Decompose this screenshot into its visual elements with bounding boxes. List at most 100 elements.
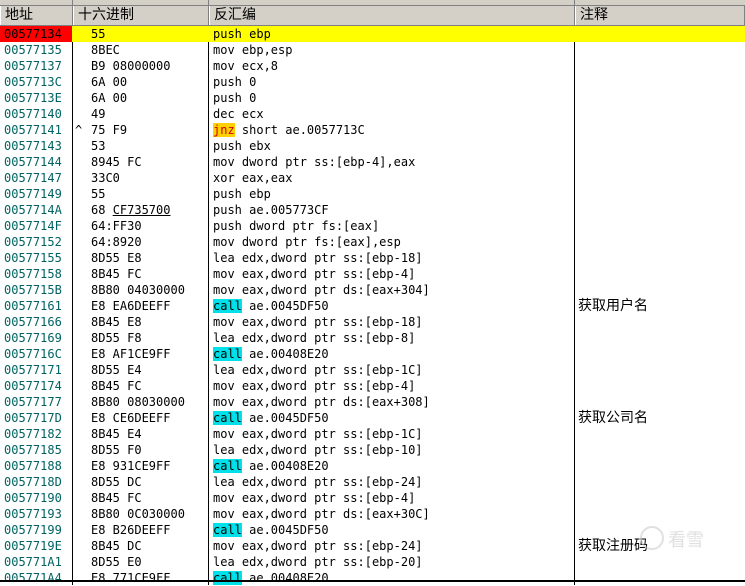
table-row[interactable]: 00577185 8D55 F0 lea edx,dword ptr ss:[ebp… [0,442,745,458]
col-hex-header[interactable]: 十六进制 [73,6,209,25]
row-disasm: mov ebp,esp [213,42,292,58]
table-row[interactable]: 0057716C E8 AF1CE9FF call ae.00408E20 [0,346,745,362]
row-comment: 获取公司名 [578,410,648,426]
hex-bytes: 8B45 FC [91,267,142,281]
table-row[interactable]: 0057714A 68 CF735700 push ae.005773CF [0,202,745,218]
row-address: 0057713C [4,75,62,89]
row-disasm: lea edx,dword ptr ss:[ebp-24] [213,474,423,490]
row-disasm: mov eax,dword ptr ss:[ebp-1C] [213,426,423,442]
col-comment-header[interactable]: 注释 [575,6,745,25]
bottom-border [0,580,745,582]
table-row[interactable]: 00577190 8B45 FC mov eax,dword ptr ss:[ebp… [0,490,745,506]
table-row[interactable]: 0057713C 6A 00 push 0 [0,74,745,90]
hex-bytes: 68 [91,203,113,217]
table-row[interactable]: 0057718D 8D55 DC lea edx,dword ptr ss:[ebp… [0,474,745,490]
disasm-text: push ae.005773CF [213,203,329,217]
row-hex: 64:8920 [91,234,142,250]
row-hex: 8D55 DC [91,474,142,490]
row-hex: 8D55 F8 [91,330,142,346]
table-row[interactable]: 005771A1 8D55 E0 lea edx,dword ptr ss:[ebp… [0,554,745,570]
col-disasm-header[interactable]: 反汇编 [209,6,575,25]
disasm-text: lea edx,dword ptr ss:[ebp-8] [213,331,416,345]
row-hex: 68 CF735700 [91,202,170,218]
table-row[interactable]: 00577137 B9 08000000 mov ecx,8 [0,58,745,74]
disassembly-listing[interactable]: 00577134 55 push ebp 00577135 8BEC mov ebp,es… [0,26,745,586]
watermark-text: 看雪 [668,530,704,551]
row-disasm: lea edx,dword ptr ss:[ebp-8] [213,330,415,346]
row-disasm: dec ecx [213,106,264,122]
table-row[interactable]: 00577158 8B45 FC mov eax,dword ptr ss:[ebp… [0,266,745,282]
disasm-text: mov eax,dword ptr ss:[ebp-18] [213,315,423,329]
table-row[interactable]: 0057719E 8B45 DC mov eax,dword ptr ss:[ebp… [0,538,745,554]
table-row[interactable]: 00577182 8B45 E4 mov eax,dword ptr ss:[ebp… [0,426,745,442]
row-disasm: lea edx,dword ptr ss:[ebp-18] [213,250,423,266]
table-row[interactable]: 00577143 53 push ebx [0,138,745,154]
row-address: 0057719E [4,539,62,553]
hex-bytes: 8945 FC [91,155,142,169]
hex-bytes: 8D55 F8 [91,331,142,345]
table-row[interactable]: 00577134 55 push ebp [0,26,745,42]
table-row[interactable]: 00577188 E8 931CE9FF call ae.00408E20 [0,458,745,474]
row-hex: 8D55 E4 [91,362,142,378]
table-row[interactable]: 00577144 8945 FC mov dword ptr ss:[ebp-4],… [0,154,745,170]
row-disasm: call ae.0045DF50 [213,298,329,314]
row-address: 00577155 [4,251,62,265]
col-address-header[interactable]: 地址 [0,6,73,25]
table-row[interactable]: 00577177 8B80 08030000 mov eax,dword ptr d… [0,394,745,410]
table-row[interactable]: 0057714F 64:FF30 push dword ptr fs:[eax] [0,218,745,234]
row-hex: 75 F9 [91,122,127,138]
hex-bytes: 8B45 E4 [91,427,142,441]
row-address: 00577147 [4,171,62,185]
table-row[interactable]: 00577135 8BEC mov ebp,esp [0,42,745,58]
table-row[interactable]: 00577199 E8 B26DEEFF call ae.0045DF50 [0,522,745,538]
hex-bytes: E8 AF1CE9FF [91,347,171,361]
table-row[interactable]: 00577171 8D55 E4 lea edx,dword ptr ss:[ebp… [0,362,745,378]
hex-bytes: E8 EA6DEEFF [91,299,171,313]
table-row[interactable]: 00577141 ^ 75 F9 jnz short ae.0057713C [0,122,745,138]
table-row[interactable]: 0057717D E8 CE6DEEFF call ae.0045DF50 获取公司名 [0,410,745,426]
hex-bytes: 55 [91,187,106,201]
row-hex: 8D55 F0 [91,442,142,458]
disasm-text: mov eax,dword ptr ds:[eax+308] [213,395,430,409]
table-row[interactable]: 00577149 55 push ebp [0,186,745,202]
table-row[interactable]: 0057715B 8B80 04030000 mov eax,dword ptr d… [0,282,745,298]
table-row[interactable]: 005771A4 E8 771CE9FF call ae.00408E20 [0,570,745,586]
disasm-text: ae.00408E20 [241,347,329,361]
row-address: 0057713E [4,91,62,105]
table-row[interactable]: 00577174 8B45 FC mov eax,dword ptr ss:[ebp… [0,378,745,394]
table-row[interactable]: 00577155 8D55 E8 lea edx,dword ptr ss:[ebp… [0,250,745,266]
row-disasm: mov eax,dword ptr ss:[ebp-18] [213,314,423,330]
row-address: 00577143 [4,139,62,153]
table-row[interactable]: 00577152 64:8920 mov dword ptr fs:[eax],es… [0,234,745,250]
row-address: 00577169 [4,331,62,345]
table-row[interactable]: 00577140 49 dec ecx [0,106,745,122]
disasm-text: ae.0045DF50 [241,411,329,425]
hex-bytes: 8B80 0C030000 [91,507,185,521]
row-disasm: push dword ptr fs:[eax] [213,218,379,234]
row-address: 00577137 [4,59,62,73]
row-comment: 获取注册码 [578,538,648,554]
disasm-text: mov eax,dword ptr ss:[ebp-4] [213,379,416,393]
disasm-text: lea edx,dword ptr ss:[ebp-20] [213,555,423,569]
row-hex: E8 AF1CE9FF [91,346,170,362]
table-row[interactable]: 0057713E 6A 00 push 0 [0,90,745,106]
hex-bytes: 8D55 E0 [91,555,142,569]
row-disasm: mov eax,dword ptr ss:[ebp-4] [213,490,415,506]
hex-bytes: 49 [91,107,106,121]
row-hex: E8 B26DEEFF [91,522,170,538]
hex-bytes: E8 B26DEEFF [91,523,171,537]
disasm-text: lea edx,dword ptr ss:[ebp-1C] [213,363,423,377]
row-hex: 8D55 E0 [91,554,142,570]
disasm-text: ae.00408E20 [241,459,329,473]
table-row[interactable]: 00577147 33C0 xor eax,eax [0,170,745,186]
hex-bytes: 53 [91,139,106,153]
table-row[interactable]: 00577193 8B80 0C030000 mov eax,dword ptr d… [0,506,745,522]
call-mnemonic: call [213,299,242,313]
table-row[interactable]: 00577169 8D55 F8 lea edx,dword ptr ss:[ebp… [0,330,745,346]
disasm-text: mov ecx,8 [213,59,279,73]
row-address: 00577188 [4,459,62,473]
table-row[interactable]: 00577166 8B45 E8 mov eax,dword ptr ss:[ebp… [0,314,745,330]
row-disasm: push ae.005773CF [213,202,329,218]
row-disasm: mov eax,dword ptr ss:[ebp-24] [213,538,423,554]
table-row[interactable]: 00577161 E8 EA6DEEFF call ae.0045DF50 获取用户名 [0,298,745,314]
